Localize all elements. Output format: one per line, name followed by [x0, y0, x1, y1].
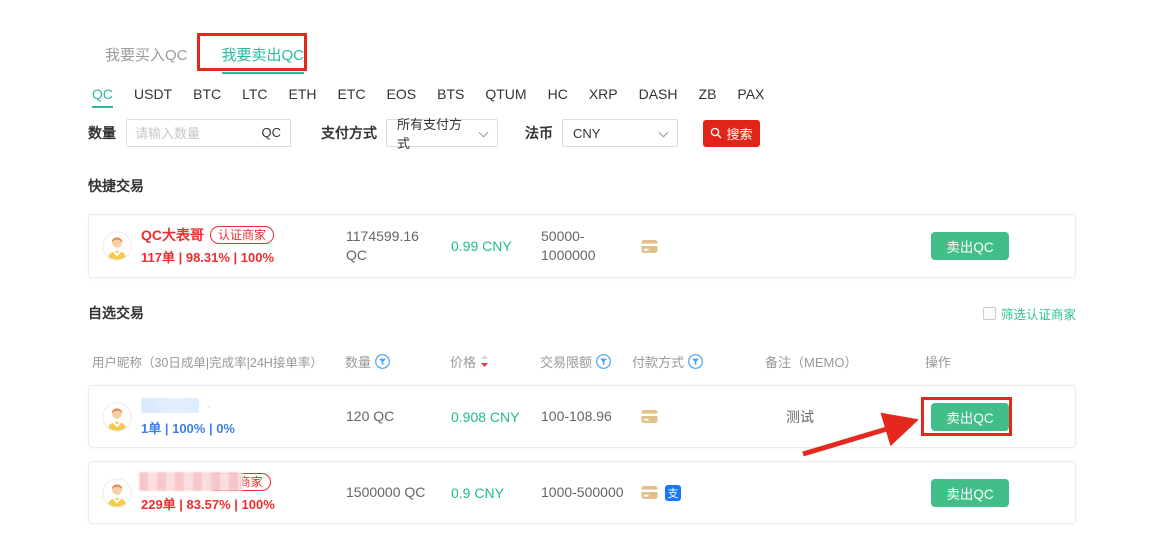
redacted-username [139, 472, 243, 491]
orders-table-header: 用户昵称（30日成单|完成率|24H接单率） 数量 价格 交易限额 付款方式 备… [88, 346, 1076, 376]
amount-input-wrap: QC [126, 119, 291, 147]
currency-tab-xrp[interactable]: XRP [589, 86, 618, 108]
svg-text:支: 支 [668, 487, 679, 500]
currency-tab-dash[interactable]: DASH [639, 86, 678, 108]
order-price: 0.9 CNY [451, 485, 541, 501]
header-payment: 付款方式 [632, 352, 765, 371]
currency-tab-hc[interactable]: HC [548, 86, 568, 108]
fiat-select[interactable]: CNY [562, 119, 678, 147]
payment-method-value: 所有支付方式 [397, 114, 473, 152]
filter-bar: 数量 QC 支付方式 所有支付方式 法币 CNY 搜索 [88, 119, 760, 147]
quick-trade-card: QC大表哥 认证商家 117单 | 98.31% | 100% 1174599.… [88, 214, 1076, 278]
header-limit: 交易限额 [540, 352, 632, 371]
chevron-down-icon [659, 128, 669, 138]
certified-merchant-badge: 认证商家 [210, 226, 274, 244]
header-memo: 备注（MEMO） [765, 352, 925, 371]
annotation-highlight-sell-tab [197, 33, 307, 71]
currency-tab-btc[interactable]: BTC [193, 86, 221, 108]
bank-card-icon [641, 485, 658, 500]
certified-filter-label: 筛选认证商家 [1001, 304, 1076, 323]
merchant-name[interactable]: QC大表哥 [141, 225, 204, 245]
p2p-trade-page: 我要买入QC 我要卖出QC QC USDT BTC LTC ETH ETC EO… [0, 0, 1157, 533]
header-price: 价格 [450, 352, 540, 371]
bank-card-icon [641, 409, 658, 424]
order-price: 0.908 CNY [451, 409, 541, 425]
merchant-stats: 117单 | 98.31% | 100% [141, 247, 274, 266]
filter-certified-merchants[interactable]: 筛选认证商家 [983, 304, 1076, 323]
fiat-value: CNY [573, 126, 600, 141]
currency-tab-ltc[interactable]: LTC [242, 86, 267, 108]
user-stats: 229单 | 83.57% | 100% [141, 494, 275, 513]
header-amount: 数量 [345, 352, 450, 371]
search-button[interactable]: 搜索 [703, 120, 760, 147]
search-button-label: 搜索 [726, 124, 752, 143]
currency-tab-qtum[interactable]: QTUM [485, 86, 526, 108]
currency-tab-usdt[interactable]: USDT [134, 86, 172, 108]
redacted-username [141, 398, 199, 413]
certified-filter-checkbox[interactable] [983, 307, 996, 320]
currency-tab-qc[interactable]: QC [92, 86, 113, 108]
quick-trade-title: 快捷交易 [88, 176, 144, 196]
amount-unit: QC [262, 125, 282, 140]
funnel-filter-icon[interactable] [375, 354, 390, 369]
order-limit: 100-108.96 [541, 407, 633, 426]
user-stats: 1单 | 100% | 0% [141, 418, 235, 437]
order-limit: 1000-500000 [541, 483, 633, 502]
quick-price: 0.99 CNY [451, 238, 541, 254]
quick-amount: 1174599.16 QC [346, 227, 451, 265]
currency-tab-zb[interactable]: ZB [699, 86, 717, 108]
redaction-artifact: · [207, 399, 211, 413]
order-row: | 认证商家 229单 | 83.57% | 100% 1500000 QC 0… [88, 461, 1076, 524]
currency-tab-pax[interactable]: PAX [737, 86, 764, 108]
currency-tab-bts[interactable]: BTS [437, 86, 464, 108]
amount-label: 数量 [88, 123, 116, 143]
currency-tab-eth[interactable]: ETH [289, 86, 317, 108]
magnifier-icon [710, 127, 722, 139]
payment-method-select[interactable]: 所有支付方式 [386, 119, 498, 147]
header-action: 操作 [925, 352, 1076, 371]
annotation-highlight-sell-button [921, 397, 1012, 436]
order-amount: 1500000 QC [346, 483, 451, 502]
order-amount: 120 QC [346, 407, 451, 426]
quick-limit: 50000- 1000000 [541, 227, 633, 265]
sort-carets-icon[interactable] [480, 354, 489, 368]
chevron-down-icon [479, 128, 489, 138]
currency-tab-etc[interactable]: ETC [338, 86, 366, 108]
annotation-arrow [793, 410, 928, 462]
alipay-icon: 支 [665, 485, 681, 501]
sell-qc-button[interactable]: 卖出QC [931, 479, 1009, 507]
sell-qc-button[interactable]: 卖出QC [931, 232, 1009, 260]
funnel-filter-icon[interactable] [596, 354, 611, 369]
amount-input[interactable] [127, 120, 245, 146]
custom-trade-title: 自选交易 [88, 303, 144, 323]
fiat-label: 法币 [525, 123, 553, 143]
bank-card-icon [641, 239, 658, 254]
currency-tabs: QC USDT BTC LTC ETH ETC EOS BTS QTUM HC … [92, 86, 764, 108]
merchant-avatar [102, 231, 132, 261]
payment-method-label: 支付方式 [321, 123, 377, 143]
tab-buy-qc[interactable]: 我要买入QC [105, 44, 188, 74]
currency-tab-eos[interactable]: EOS [387, 86, 417, 108]
header-user: 用户昵称（30日成单|完成率|24H接单率） [88, 352, 345, 371]
user-avatar [102, 478, 132, 508]
user-avatar [102, 402, 132, 432]
funnel-filter-icon[interactable] [688, 354, 703, 369]
